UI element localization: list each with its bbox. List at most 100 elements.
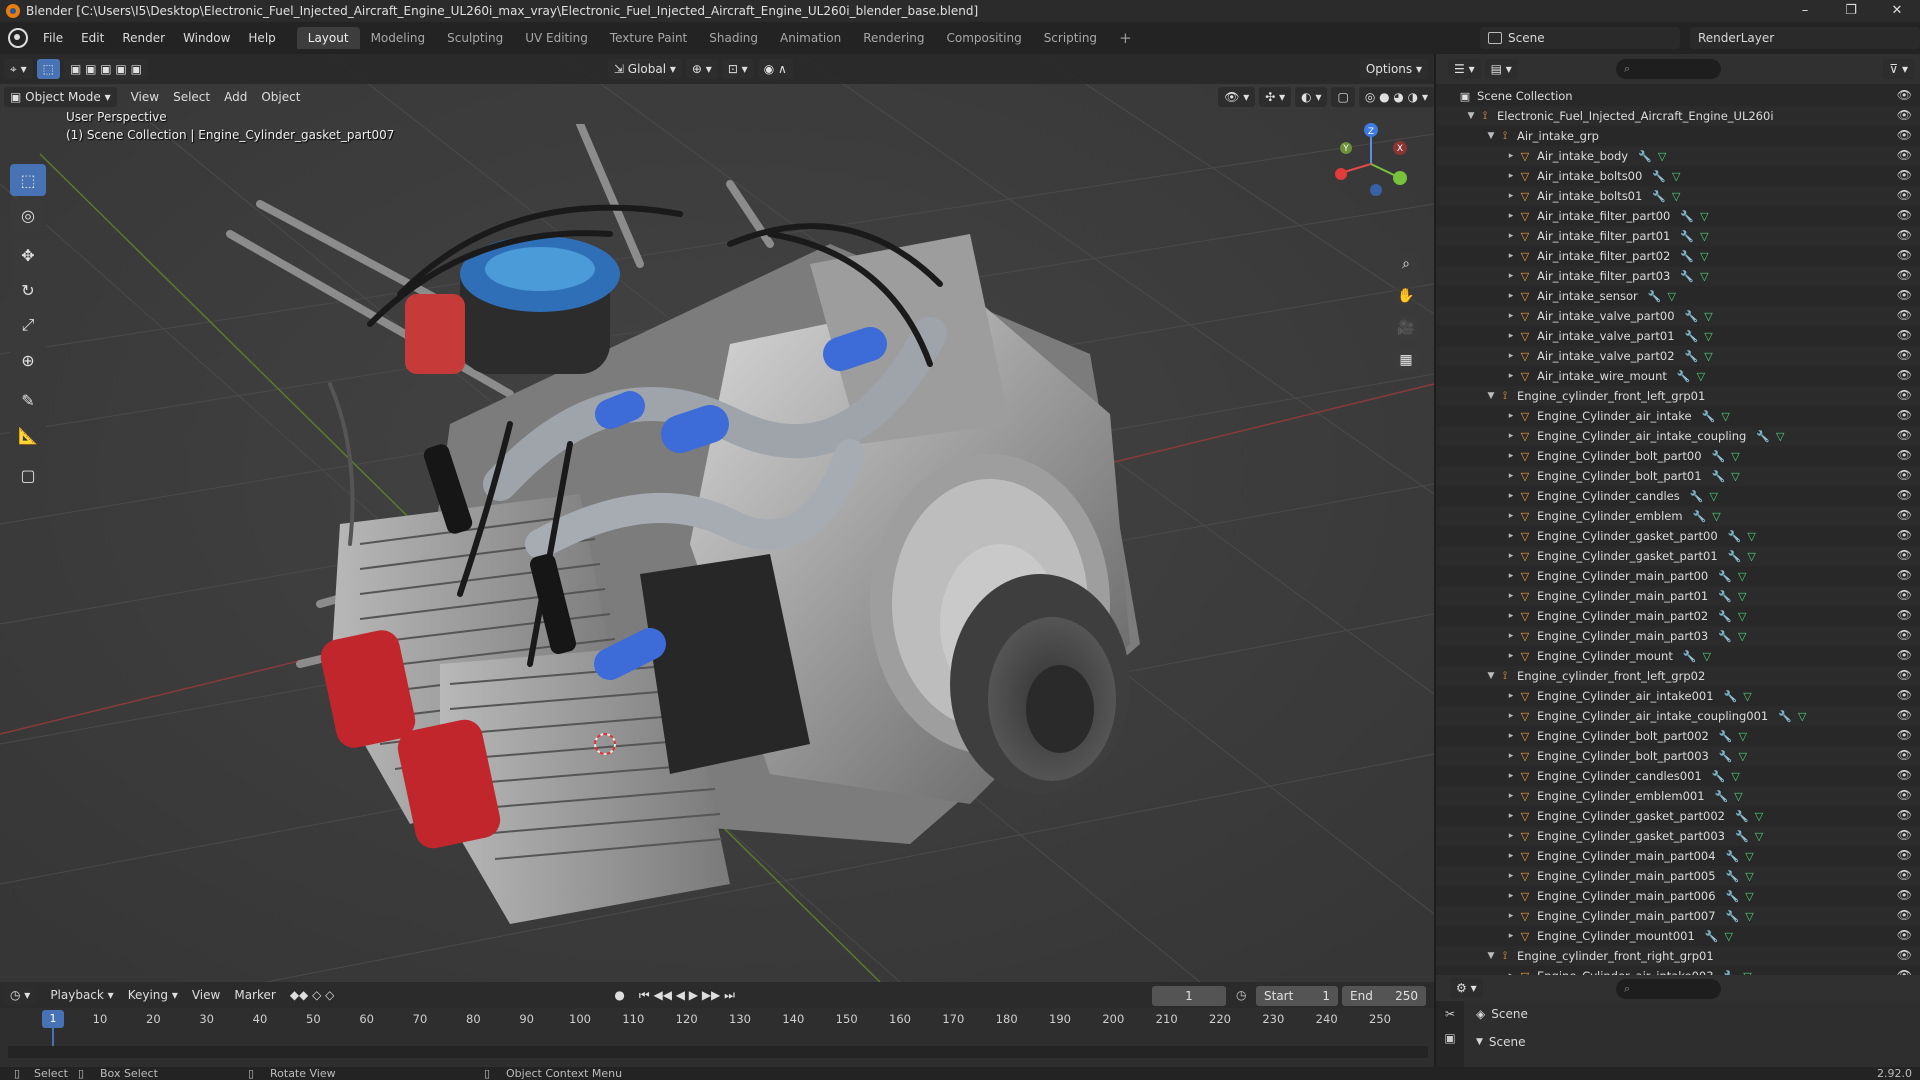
modifier-wrench-icon[interactable]: 🔧: [1677, 370, 1691, 383]
outliner-model-root[interactable]: ▼ ⟟ Electronic_Fuel_Injected_Aircraft_Engi…: [1436, 106, 1920, 126]
display-mode-button[interactable]: ▤ ▾: [1484, 59, 1518, 79]
modifier-wrench-icon[interactable]: 🔧: [1712, 770, 1726, 783]
menu-window[interactable]: Window: [174, 31, 239, 45]
playhead[interactable]: 1: [42, 1010, 64, 1028]
visibility-button[interactable]: 👁 ▾: [1218, 87, 1256, 107]
outliner-object-item[interactable]: ▸ ▽ Air_intake_valve_part01 🔧 ▽ 👁: [1436, 326, 1920, 346]
render-tab-icon[interactable]: ▣: [1436, 1031, 1464, 1045]
expand-arrow-icon[interactable]: ▸: [1504, 711, 1518, 721]
zoom-icon[interactable]: ⌕: [1392, 250, 1420, 278]
modifier-wrench-icon[interactable]: 🔧: [1728, 550, 1742, 563]
outliner-object-item[interactable]: ▸ ▽ Engine_Cylinder_main_part004 🔧 ▽ 👁: [1436, 846, 1920, 866]
expand-arrow-icon[interactable]: ▸: [1504, 731, 1518, 741]
expand-arrow-icon[interactable]: ▸: [1504, 431, 1518, 441]
modifier-wrench-icon[interactable]: 🔧: [1685, 330, 1699, 343]
modifier-wrench-icon[interactable]: 🔧: [1726, 890, 1740, 903]
mesh-data-icon[interactable]: ▽: [1738, 630, 1746, 643]
mesh-data-icon[interactable]: ▽: [1672, 170, 1680, 183]
scene-selector[interactable]: Scene: [1480, 27, 1680, 49]
outliner-object-item[interactable]: ▸ ▽ Engine_Cylinder_candles001 🔧 ▽ 👁: [1436, 766, 1920, 786]
expand-arrow-icon[interactable]: ▸: [1504, 291, 1518, 301]
tab-rendering[interactable]: Rendering: [852, 27, 935, 49]
outliner-object-item[interactable]: ▸ ▽ Engine_Cylinder_air_intake_coupling001…: [1436, 706, 1920, 726]
expand-arrow-icon[interactable]: ▸: [1504, 931, 1518, 941]
modifier-wrench-icon[interactable]: 🔧: [1756, 430, 1770, 443]
outliner-object-item[interactable]: ▸ ▽ Engine_Cylinder_main_part006 🔧 ▽ 👁: [1436, 886, 1920, 906]
expand-arrow-icon[interactable]: ▸: [1504, 371, 1518, 381]
mesh-data-icon[interactable]: ▽: [1747, 550, 1755, 563]
modifier-wrench-icon[interactable]: 🔧: [1712, 450, 1726, 463]
expand-arrow-icon[interactable]: ▸: [1504, 531, 1518, 541]
modifier-wrench-icon[interactable]: 🔧: [1693, 510, 1707, 523]
collapse-arrow-icon[interactable]: ▼: [1484, 391, 1498, 401]
pivot-point-button[interactable]: ⊕ ▾: [685, 59, 718, 79]
visibility-eye-icon[interactable]: 👁: [1897, 188, 1912, 202]
viewport-menu-object[interactable]: Object: [261, 90, 300, 104]
expand-arrow-icon[interactable]: ▸: [1504, 351, 1518, 361]
mesh-data-icon[interactable]: ▽: [1731, 770, 1739, 783]
gizmo-toggle-button[interactable]: ✣ ▾: [1259, 87, 1292, 107]
visibility-eye-icon[interactable]: 👁: [1897, 948, 1912, 962]
modifier-wrench-icon[interactable]: 🔧: [1718, 590, 1732, 603]
tab-modeling[interactable]: Modeling: [360, 27, 437, 49]
add-workspace-icon[interactable]: +: [1108, 27, 1143, 49]
expand-arrow-icon[interactable]: ▸: [1504, 471, 1518, 481]
visibility-eye-icon[interactable]: 👁: [1897, 228, 1912, 242]
visibility-eye-icon[interactable]: 👁: [1897, 628, 1912, 642]
expand-arrow-icon[interactable]: ▸: [1504, 751, 1518, 761]
modifier-wrench-icon[interactable]: 🔧: [1683, 650, 1697, 663]
visibility-eye-icon[interactable]: 👁: [1897, 868, 1912, 882]
scene-panel-header[interactable]: ▼ Scene: [1476, 1029, 1526, 1055]
start-frame-field[interactable]: Start 1: [1256, 986, 1338, 1006]
modifier-wrench-icon[interactable]: 🔧: [1680, 250, 1694, 263]
outliner-scene-collection[interactable]: ▣ Scene Collection 👁: [1436, 86, 1920, 106]
modifier-wrench-icon[interactable]: 🔧: [1735, 830, 1749, 843]
visibility-eye-icon[interactable]: 👁: [1897, 748, 1912, 762]
outliner-object-item[interactable]: ▸ ▽ Engine_Cylinder_air_intake001 🔧 ▽ 👁: [1436, 686, 1920, 706]
expand-arrow-icon[interactable]: ▸: [1504, 171, 1518, 181]
outliner-object-item[interactable]: ▸ ▽ Engine_Cylinder_main_part01 🔧 ▽ 👁: [1436, 586, 1920, 606]
modifier-wrench-icon[interactable]: 🔧: [1718, 630, 1732, 643]
keyframe-buttons[interactable]: ◆◆ ◇ ◇: [290, 988, 335, 1002]
tab-sculpting[interactable]: Sculpting: [436, 27, 514, 49]
outliner-group[interactable]: ▼ ⟟ Engine_cylinder_front_left_grp02 👁: [1436, 666, 1920, 686]
outliner-object-item[interactable]: ▸▽Engine_Cylinder_air_intake003🔧▽👁: [1436, 966, 1920, 975]
expand-arrow-icon[interactable]: ▸: [1504, 791, 1518, 801]
visibility-eye-icon[interactable]: 👁: [1897, 448, 1912, 462]
modifier-wrench-icon[interactable]: 🔧: [1652, 190, 1666, 203]
visibility-eye-icon[interactable]: 👁: [1897, 328, 1912, 342]
tab-texture-paint[interactable]: Texture Paint: [599, 27, 698, 49]
view-layer-selector[interactable]: RenderLayer: [1690, 27, 1920, 49]
expand-arrow-icon[interactable]: ▸: [1504, 151, 1518, 161]
visibility-eye-icon[interactable]: 👁: [1897, 488, 1912, 502]
tab-scripting[interactable]: Scripting: [1033, 27, 1108, 49]
tab-shading[interactable]: Shading: [698, 27, 769, 49]
modifier-wrench-icon[interactable]: 🔧: [1735, 810, 1749, 823]
expand-arrow-icon[interactable]: ▸: [1504, 911, 1518, 921]
expand-arrow-icon[interactable]: ▸: [1504, 811, 1518, 821]
visibility-eye-icon[interactable]: 👁: [1897, 468, 1912, 482]
visibility-eye-icon[interactable]: 👁: [1897, 168, 1912, 182]
mesh-data-icon[interactable]: ▽: [1745, 870, 1753, 883]
mesh-data-icon[interactable]: ▽: [1725, 930, 1733, 943]
expand-arrow-icon[interactable]: ▸: [1504, 311, 1518, 321]
visibility-eye-icon[interactable]: 👁: [1897, 348, 1912, 362]
outliner-object-item[interactable]: ▸ ▽ Air_intake_filter_part03 🔧 ▽ 👁: [1436, 266, 1920, 286]
mesh-data-icon[interactable]: ▽: [1704, 310, 1712, 323]
modifier-wrench-icon[interactable]: 🔧: [1726, 870, 1740, 883]
timeline-track[interactable]: [8, 1046, 1428, 1058]
mesh-data-icon[interactable]: ▽: [1658, 150, 1666, 163]
expand-arrow-icon[interactable]: ▸: [1504, 851, 1518, 861]
expand-arrow-icon[interactable]: ▸: [1504, 771, 1518, 781]
outliner-object-item[interactable]: ▸ ▽ Engine_Cylinder_mount 🔧 ▽ 👁: [1436, 646, 1920, 666]
visibility-eye-icon[interactable]: 👁: [1897, 208, 1912, 222]
outliner-object-item[interactable]: ▸ ▽ Engine_Cylinder_candles 🔧 ▽ 👁: [1436, 486, 1920, 506]
outliner-object-item[interactable]: ▸ ▽ Engine_Cylinder_main_part02 🔧 ▽ 👁: [1436, 606, 1920, 626]
playback-controls[interactable]: ⏮ ◀◀ ◀ ▶ ▶▶ ⏭: [639, 988, 735, 1003]
outliner-object-item[interactable]: ▸ ▽ Air_intake_filter_part01 🔧 ▽ 👁: [1436, 226, 1920, 246]
expand-arrow-icon[interactable]: ▸: [1504, 231, 1518, 241]
timeline-editor-type-button[interactable]: ◷ ▾: [4, 985, 37, 1005]
mesh-data-icon[interactable]: ▽: [1703, 650, 1711, 663]
visibility-eye-icon[interactable]: 👁: [1897, 808, 1912, 822]
outliner-object-item[interactable]: ▸ ▽ Engine_Cylinder_gasket_part00 🔧 ▽ 👁: [1436, 526, 1920, 546]
